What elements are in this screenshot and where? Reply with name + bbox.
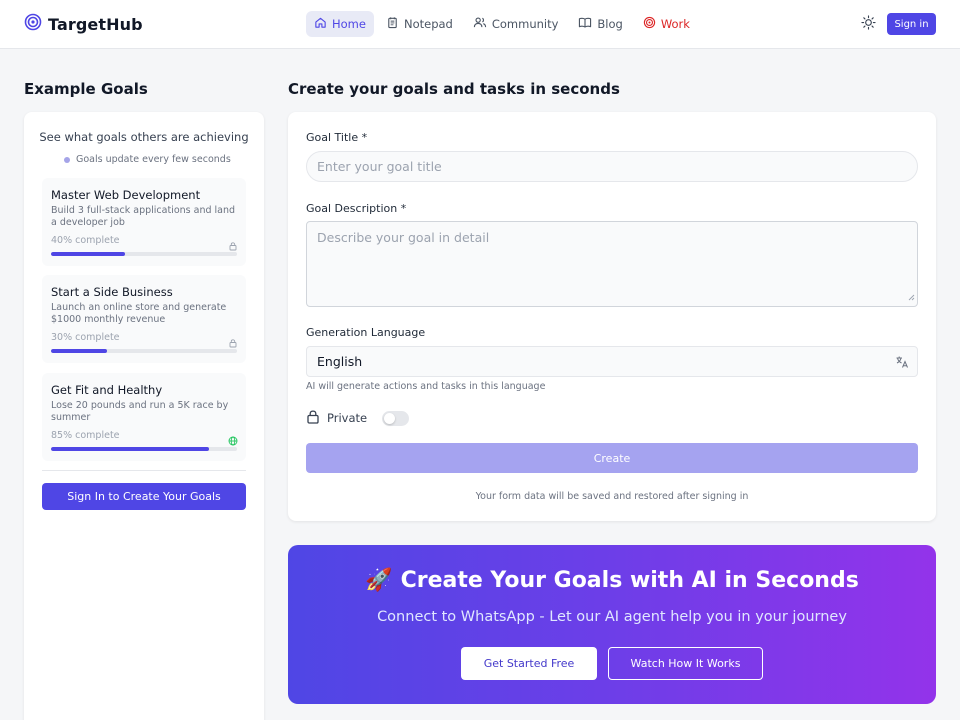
example-goals-heading: Example Goals xyxy=(24,80,148,98)
get-started-button[interactable]: Get Started Free xyxy=(461,647,597,680)
banner-title-text: Create Your Goals with AI in Seconds xyxy=(400,568,859,593)
live-update-note: Goals update every few seconds xyxy=(64,154,231,165)
notepad-icon xyxy=(386,16,399,32)
sign-in-to-create-button[interactable]: Sign In to Create Your Goals xyxy=(42,483,246,510)
goal-description-label: Goal Description * xyxy=(306,202,407,215)
goal-title: Master Web Development xyxy=(51,188,201,202)
goal-progress-bar xyxy=(51,349,237,353)
rocket-icon: 🚀 xyxy=(365,568,393,593)
example-goal-card[interactable]: Start a Side Business Launch an online s… xyxy=(42,275,246,363)
home-icon xyxy=(314,16,327,32)
banner-title: 🚀 Create Your Goals with AI in Seconds xyxy=(288,568,936,593)
generation-language-value: English xyxy=(317,354,363,369)
nav-home-label: Home xyxy=(332,17,366,31)
live-update-text: Goals update every few seconds xyxy=(76,154,231,165)
example-goals-subtitle: See what goals others are achieving xyxy=(39,130,249,144)
nav-notepad[interactable]: Notepad xyxy=(378,11,461,37)
create-goal-form: Goal Title * Enter your goal title Goal … xyxy=(288,112,936,521)
example-goal-card[interactable]: Get Fit and Healthy Lose 20 pounds and r… xyxy=(42,373,246,461)
goal-title: Start a Side Business xyxy=(51,285,173,299)
goal-progress-bar xyxy=(51,447,237,451)
brand-logo[interactable]: TargetHub xyxy=(24,13,143,35)
resize-grip-icon[interactable] xyxy=(908,289,915,304)
nav-community-label: Community xyxy=(491,17,559,31)
goal-description-placeholder: Describe your goal in detail xyxy=(317,230,490,245)
nav-home[interactable]: Home xyxy=(306,11,374,37)
users-icon xyxy=(473,16,487,32)
page-title: Create your goals and tasks in seconds xyxy=(288,80,620,98)
example-goal-card[interactable]: Master Web Development Build 3 full-stac… xyxy=(42,178,246,266)
live-dot-icon xyxy=(64,156,70,163)
nav-community[interactable]: Community xyxy=(465,11,567,37)
goal-description-textarea[interactable]: Describe your goal in detail xyxy=(306,221,918,307)
generation-language-label: Generation Language xyxy=(306,326,426,339)
goal-title-input[interactable]: Enter your goal title xyxy=(306,151,918,182)
target-icon xyxy=(643,16,656,32)
sign-in-button[interactable]: Sign in xyxy=(887,13,936,35)
save-note: Your form data will be saved and restore… xyxy=(475,491,749,502)
goal-progress-label: 85% complete xyxy=(51,430,120,441)
goal-progress-fill xyxy=(51,349,107,353)
goal-progress-label: 30% complete xyxy=(51,332,120,343)
toggle-knob xyxy=(384,412,396,424)
book-icon xyxy=(578,16,592,32)
generation-language-help: AI will generate actions and tasks in th… xyxy=(306,381,546,392)
private-toggle[interactable] xyxy=(382,410,410,426)
goal-description: Lose 20 pounds and run a 5K race by summ… xyxy=(51,400,229,423)
nav-work[interactable]: Work xyxy=(635,11,698,37)
goal-progress-label: 40% complete xyxy=(51,235,120,246)
watch-how-it-works-button[interactable]: Watch How It Works xyxy=(608,647,763,680)
top-nav-bar: TargetHub Home Notepad Community Blog Wo… xyxy=(0,0,960,49)
main-nav: Home Notepad Community Blog Work xyxy=(306,11,698,37)
lock-icon xyxy=(306,409,320,427)
sun-icon xyxy=(860,14,876,34)
divider xyxy=(42,470,246,471)
brand-name: TargetHub xyxy=(48,14,143,34)
goal-progress-fill xyxy=(51,252,126,256)
goal-progress-bar xyxy=(51,252,237,256)
create-button[interactable]: Create xyxy=(306,443,918,473)
private-setting: Private xyxy=(306,409,410,427)
nav-notepad-label: Notepad xyxy=(403,17,453,31)
example-goals-panel: See what goals others are achieving Goal… xyxy=(24,112,264,720)
target-logo-icon xyxy=(24,13,42,35)
translate-icon xyxy=(895,355,909,372)
goal-description: Build 3 full-stack applications and land… xyxy=(51,205,236,228)
goal-title-placeholder: Enter your goal title xyxy=(317,159,442,174)
goal-title-label: Goal Title * xyxy=(306,131,368,144)
ai-promo-banner: 🚀 Create Your Goals with AI in Seconds C… xyxy=(288,545,936,704)
goal-progress-fill xyxy=(51,447,210,451)
goal-title: Get Fit and Healthy xyxy=(51,383,163,397)
banner-subtitle: Connect to WhatsApp - Let our AI agent h… xyxy=(377,609,847,625)
nav-work-label: Work xyxy=(660,17,690,31)
private-label: Private xyxy=(327,411,368,425)
generation-language-select[interactable]: English xyxy=(306,346,918,377)
theme-toggle-button[interactable] xyxy=(858,14,878,34)
nav-blog-label: Blog xyxy=(597,17,623,31)
nav-blog[interactable]: Blog xyxy=(570,11,630,37)
goal-description: Launch an online store and generate $100… xyxy=(51,302,227,325)
